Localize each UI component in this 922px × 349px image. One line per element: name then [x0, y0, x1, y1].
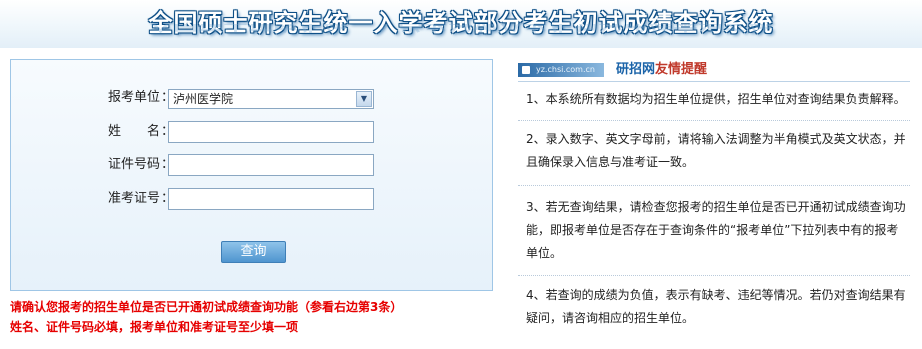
tips-title: 研招网友情提醒: [616, 59, 707, 81]
tip-divider: [518, 120, 910, 121]
notes: 请确认您报考的招生单位是否已开通初试成绩查询功能（参看右边第3条） 姓名、证件号…: [10, 297, 402, 337]
note-line-2: 姓名、证件号码必填，报考单位和准考证号至少填一项: [10, 320, 299, 334]
tip-3: 3、若无查询结果，请检查您报考的招生单位是否已开通初试成绩查询功能，即报考单位是…: [526, 200, 906, 260]
name-input[interactable]: [168, 121, 374, 143]
name-label: 姓 名: [108, 124, 161, 139]
tips-title-reminder: 友情提醒: [655, 62, 708, 77]
query-button[interactable]: 查询: [221, 241, 286, 263]
site-icon: [522, 66, 530, 74]
tips-header: yz.chsi.com.cn 研招网友情提醒: [518, 59, 910, 82]
tip-1: 1、本系统所有数据均为招生单位提供，招生单位对查询结果负责解释。: [526, 92, 906, 106]
id-label: 证件号码: [108, 157, 161, 172]
tips-title-site: 研招网: [616, 62, 656, 77]
id-number-input[interactable]: [168, 154, 374, 176]
page-title-reflection: 全国硕士研究生统一入学考试部分考生初试成绩查询系统: [0, 24, 922, 40]
tip-divider: [518, 275, 910, 276]
query-panel: 报考单位 ： 泸州医学院 ▼ 姓 名 ： 证件号码 ： 准考证号 ： 查询: [10, 59, 493, 291]
note-line-1: 请确认您报考的招生单位是否已开通初试成绩查询功能（参看右边第3条）: [10, 300, 403, 314]
site-badge-text: yz.chsi.com.cn: [536, 65, 595, 74]
site-badge: yz.chsi.com.cn: [518, 63, 604, 77]
tip-2: 2、录入数字、英文字母前，请将输入法调整为半角模式及英文状态，并且确保录入信息与…: [526, 132, 906, 169]
ticket-number-input[interactable]: [168, 188, 374, 210]
unit-select-value: 泸州医学院: [173, 92, 234, 106]
tip-4: 4、若查询的成绩为负值，表示有缺考、违纪等情况。若仍对查询结果有疑问，请咨询相应…: [526, 288, 906, 325]
unit-label: 报考单位: [108, 90, 161, 105]
chevron-down-icon[interactable]: ▼: [356, 91, 372, 107]
unit-select[interactable]: 泸州医学院 ▼: [168, 89, 374, 109]
ticket-label: 准考证号: [108, 191, 161, 206]
tip-divider: [518, 185, 910, 186]
header-banner: 全国硕士研究生统一入学考试部分考生初试成绩查询系统 全国硕士研究生统一入学考试部…: [0, 0, 922, 48]
title-area: 全国硕士研究生统一入学考试部分考生初试成绩查询系统 全国硕士研究生统一入学考试部…: [0, 0, 922, 48]
